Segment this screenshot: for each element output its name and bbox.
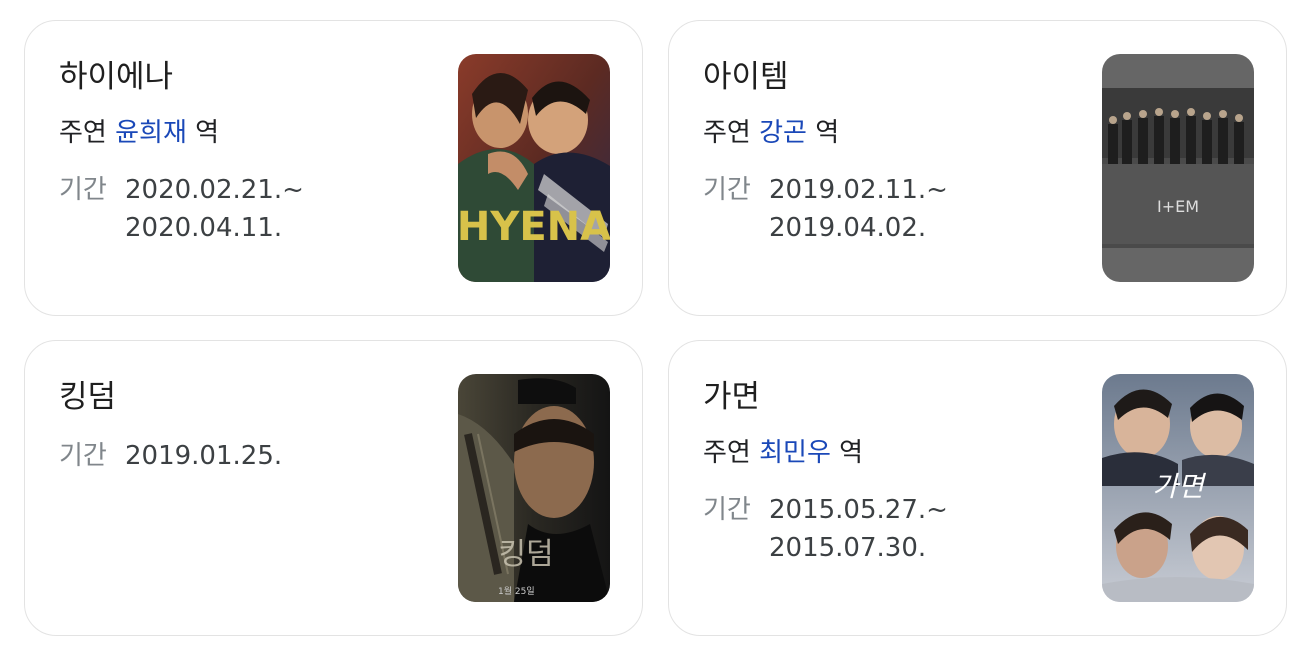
mask-poster-image[interactable]: 가면 (1102, 374, 1254, 602)
period-value: 2015.05.27.~ 2015.07.30. (769, 491, 948, 567)
period-row: 기간 2019.01.25. (59, 437, 282, 475)
period-value: 2020.02.21.~ 2020.04.11. (125, 171, 304, 247)
poster-title: 킹덤 (498, 537, 553, 572)
period-end: 2015.07.30. (769, 533, 927, 563)
drama-card-mask[interactable]: 가면 주연 최민우 역 기간 2015.05.27.~ 2015.07.30. (668, 340, 1287, 636)
period-end: 2020.04.11. (125, 213, 283, 243)
period-end: 2019.04.02. (769, 213, 927, 243)
period-label: 기간 (59, 441, 107, 471)
drama-card-hyena[interactable]: 하이에나 주연 윤희재 역 기간 2020.02.21.~ 2020.04.11… (24, 20, 643, 316)
role-suffix: 역 (815, 118, 840, 148)
item-poster-image[interactable]: I+EM (1102, 54, 1254, 282)
starring-line: 주연 윤희재 역 (59, 115, 219, 151)
role-name-link[interactable]: 최민우 (759, 438, 831, 468)
poster-date: 1월 25일 (498, 585, 535, 597)
period-start: 2015.05.27.~ (769, 495, 948, 525)
poster-title: I+EM (1157, 197, 1199, 216)
role-suffix: 역 (839, 438, 864, 468)
hyena-poster-image[interactable]: HYENA (458, 54, 610, 282)
period-start: 2020.02.21.~ (125, 175, 304, 205)
period-start: 2019.01.25. (125, 441, 283, 471)
period-label: 기간 (703, 495, 751, 525)
role-suffix: 역 (195, 118, 220, 148)
starring-line: 주연 최민우 역 (703, 435, 863, 471)
period-row: 기간 2015.05.27.~ 2015.07.30. (703, 491, 948, 567)
drama-card-kingdom[interactable]: 킹덤 기간 2019.01.25. 킹덤 1월 25일 (24, 340, 643, 636)
drama-card-item[interactable]: 아이템 주연 강곤 역 기간 2019.02.11.~ 2019.04.02. (668, 20, 1287, 316)
period-row: 기간 2020.02.21.~ 2020.04.11. (59, 171, 304, 247)
period-value: 2019.02.11.~ 2019.04.02. (769, 171, 948, 247)
starring-prefix: 주연 (59, 118, 107, 148)
period-start: 2019.02.11.~ (769, 175, 948, 205)
period-value: 2019.01.25. (125, 437, 282, 475)
role-name-link[interactable]: 강곤 (759, 118, 807, 148)
role-name-link[interactable]: 윤희재 (115, 118, 187, 148)
drama-title[interactable]: 아이템 (703, 57, 789, 97)
period-row: 기간 2019.02.11.~ 2019.04.02. (703, 171, 948, 247)
starring-prefix: 주연 (703, 438, 751, 468)
starring-line: 주연 강곤 역 (703, 115, 839, 151)
poster-title: 가면 (1152, 470, 1207, 503)
drama-card-grid: 하이에나 주연 윤희재 역 기간 2020.02.21.~ 2020.04.11… (0, 0, 1310, 658)
drama-title[interactable]: 하이에나 (59, 57, 173, 97)
poster-title: HYENA (458, 204, 610, 250)
starring-prefix: 주연 (703, 118, 751, 148)
kingdom-poster-image[interactable]: 킹덤 1월 25일 (458, 374, 610, 602)
period-label: 기간 (703, 175, 751, 205)
drama-title[interactable]: 가면 (703, 377, 760, 417)
drama-title[interactable]: 킹덤 (59, 377, 116, 417)
period-label: 기간 (59, 175, 107, 205)
